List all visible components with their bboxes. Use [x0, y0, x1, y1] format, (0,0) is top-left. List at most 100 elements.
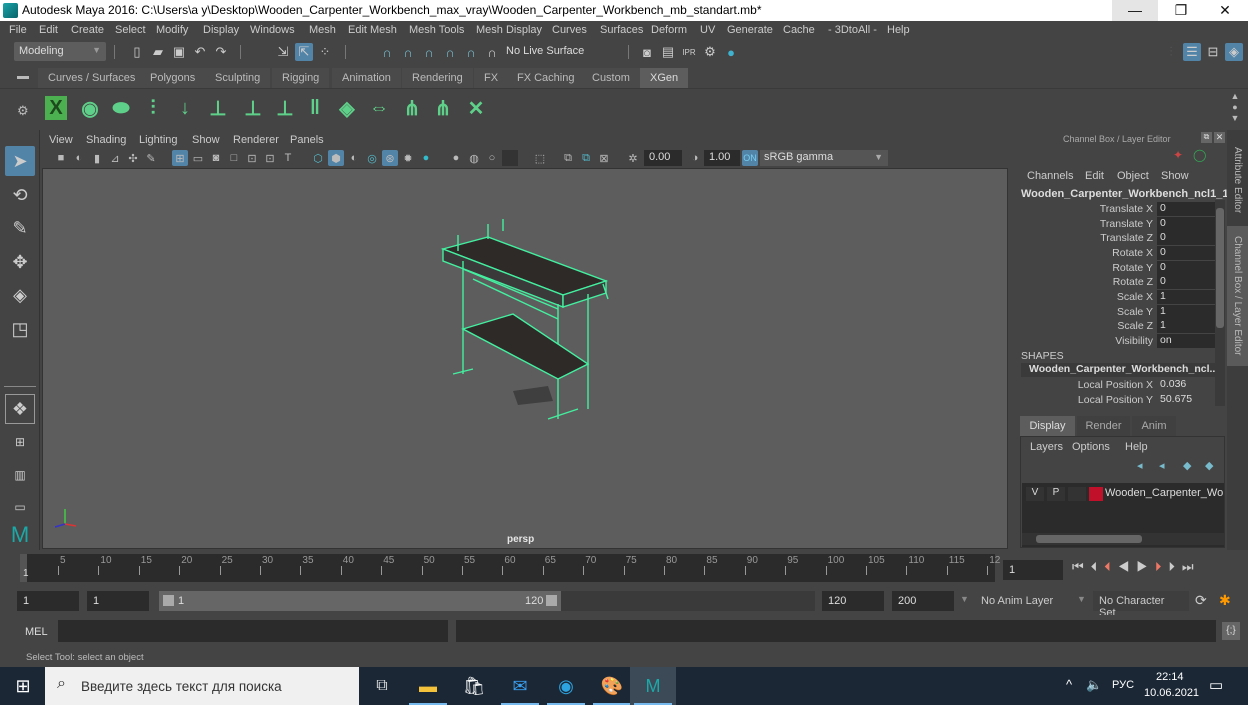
use-default-material-icon[interactable]: ◐	[346, 150, 362, 166]
menu-select[interactable]: Select	[115, 24, 146, 36]
go-to-end-icon[interactable]: ⏭	[1182, 559, 1201, 574]
clear-preview-icon[interactable]: ⬬	[108, 94, 134, 122]
layer-tab-display[interactable]: Display	[1020, 416, 1075, 436]
wireframe-icon[interactable]: ⬡	[310, 150, 326, 166]
character-set-field[interactable]: No Character Set	[1093, 591, 1189, 619]
range-end-grip[interactable]	[546, 595, 557, 606]
step-forward-key-icon[interactable]: ⏵	[1155, 559, 1169, 574]
panel-menu-view[interactable]: View	[49, 134, 73, 146]
outliner-layout-icon[interactable]: ▥	[5, 460, 35, 490]
menu-file[interactable]: File	[9, 24, 27, 36]
microsoft-store-icon[interactable]: 🛍	[451, 667, 497, 705]
channel-translate-z[interactable]: Translate Z0	[1015, 231, 1215, 246]
menu-modify[interactable]: Modify	[156, 24, 188, 36]
time-ruler[interactable]: 1 5 10 15 20 25 30 35 40 45 50 55 60 65 70 75 80 85 90 95 1…	[20, 554, 1000, 582]
guide-view-icon[interactable]: ⊥	[240, 94, 266, 122]
resolution-gate-icon[interactable]: ◙	[208, 150, 224, 166]
select-objects-icon[interactable]: ⇱	[295, 43, 313, 61]
single-perspective-layout-icon[interactable]: ❖	[5, 394, 35, 424]
menu-help[interactable]: Help	[887, 24, 910, 36]
bookmark-icon[interactable]: ▮	[89, 150, 105, 166]
menu-edit-mesh[interactable]: Edit Mesh	[348, 24, 397, 36]
move-tool-icon[interactable]: ✥	[5, 247, 35, 277]
layer-playback-toggle[interactable]: P	[1047, 487, 1065, 501]
layer-visibility-toggle[interactable]: V	[1026, 487, 1044, 501]
channel-local-position-x[interactable]: Local Position X 0.036	[1015, 378, 1215, 393]
3d-viewport[interactable]: persp	[42, 168, 1008, 549]
2d-pan-zoom-icon[interactable]: ✣	[125, 150, 141, 166]
animation-preferences-icon[interactable]: ✱	[1219, 592, 1231, 609]
create-description-icon[interactable]: ⊥	[205, 94, 231, 122]
move-layer-up-icon[interactable]: ◂	[1137, 459, 1143, 472]
mail-icon[interactable]: ✉	[497, 667, 543, 705]
taskbar-search-box[interactable]: ⌕ Введите здесь текст для поиска	[45, 667, 359, 705]
gamma-field[interactable]: 1.00	[704, 150, 740, 166]
play-backwards-icon[interactable]: ◀	[1118, 559, 1137, 574]
maximize-button[interactable]: ❐	[1158, 0, 1204, 21]
menu-display[interactable]: Display	[203, 24, 239, 36]
shelf-tab-xgen[interactable]: XGen	[640, 68, 689, 88]
snap-grid-icon[interactable]: ∩	[378, 43, 396, 61]
exposure-icon[interactable]: ✲	[625, 150, 641, 166]
grid-icon[interactable]: ⊞	[172, 150, 188, 166]
smooth-shade-icon[interactable]: ⬢	[328, 150, 344, 166]
undo-icon[interactable]: ↶	[191, 43, 209, 61]
render-frame-icon[interactable]: ▤	[659, 43, 677, 61]
menu-surfaces[interactable]: Surfaces	[600, 24, 643, 36]
channel-visibility[interactable]: Visibility on	[1015, 334, 1215, 349]
shelf-tab-custom[interactable]: Custom	[582, 68, 640, 88]
shelf-tab-fx-caching[interactable]: FX Caching	[507, 68, 585, 88]
render-view-icon[interactable]: ◙	[638, 43, 656, 61]
shelf-settings-icon[interactable]: ⚙	[17, 103, 29, 119]
film-gate-icon[interactable]: ▭	[190, 150, 206, 166]
chevron-down-icon[interactable]: ▼	[1077, 594, 1086, 604]
panel-menu-renderer[interactable]: Renderer	[233, 134, 279, 146]
channel-translate-x[interactable]: Translate X0	[1015, 202, 1215, 217]
shelf-tab-rigging[interactable]: Rigging	[272, 68, 330, 88]
shelf-scroll[interactable]: ▲ ● ▼	[1228, 91, 1242, 127]
motion-blur-icon[interactable]: ◍	[466, 150, 482, 166]
preview-eye-icon[interactable]: ◉	[77, 94, 103, 122]
current-frame-field[interactable]: 1	[1003, 560, 1063, 580]
make-live-icon[interactable]: ∩	[462, 43, 480, 61]
windows-start-icon[interactable]: ⊞	[0, 667, 46, 705]
channel-scale-x[interactable]: Scale X1	[1015, 290, 1215, 305]
sculpt-icon[interactable]: ⋔	[430, 94, 456, 122]
range-slider-handle[interactable]	[159, 591, 561, 611]
snap-surface-icon[interactable]: ∩	[483, 43, 501, 61]
bind-icon[interactable]: ⇔	[366, 94, 392, 122]
layer-menu-help[interactable]: Help	[1125, 441, 1148, 453]
layer-tab-anim[interactable]: Anim	[1132, 416, 1176, 436]
menu-edit[interactable]: Edit	[39, 24, 58, 36]
shelf-menu-icon[interactable]	[17, 76, 29, 79]
layer-color-swatch[interactable]	[1089, 487, 1103, 501]
close-button[interactable]: ✕	[1202, 0, 1248, 21]
scrollbar-thumb[interactable]	[1036, 535, 1142, 543]
gate-mask-icon[interactable]: □	[226, 150, 242, 166]
field-chart-icon[interactable]: ⊡	[244, 150, 260, 166]
shelf-tab-polygons[interactable]: Polygons	[140, 68, 206, 88]
menu-deform[interactable]: Deform	[651, 24, 687, 36]
task-view-icon[interactable]: ⧉	[359, 667, 405, 705]
object-name[interactable]: Wooden_Carpenter_Workbench_ncl1_1	[1021, 188, 1228, 200]
xray-icon[interactable]: ⧉	[560, 150, 576, 166]
playback-start-field[interactable]: 1	[87, 591, 149, 611]
shape-name[interactable]: Wooden_Carpenter_Workbench_ncl...	[1021, 363, 1215, 377]
float-panel-icon[interactable]: ⧉	[1201, 132, 1212, 143]
menu-3dtoall[interactable]: - 3DtoAll -	[828, 24, 877, 36]
panel-menu-panels[interactable]: Panels	[290, 134, 324, 146]
command-input[interactable]	[58, 620, 448, 642]
xray-joints-icon[interactable]: ⧉	[578, 150, 594, 166]
channel-menu-channels[interactable]: Channels	[1027, 170, 1073, 182]
range-slider-track[interactable]: 1 120	[159, 591, 815, 611]
add-primitives-icon[interactable]: ⫶	[140, 94, 166, 122]
import-icon[interactable]: ↓	[172, 94, 198, 122]
safe-action-icon[interactable]: ⊡	[262, 150, 278, 166]
modeling-toolkit-icon[interactable]: ⫶	[1162, 43, 1180, 61]
hypershade-icon[interactable]: ●	[722, 43, 740, 61]
rotate-tool-icon[interactable]: ◈	[5, 280, 35, 310]
new-empty-layer-icon[interactable]: ◆	[1183, 459, 1191, 472]
menu-generate[interactable]: Generate	[727, 24, 773, 36]
clock-date[interactable]: 10.06.2021	[1144, 687, 1199, 699]
move-layer-down-icon[interactable]: ◂	[1159, 459, 1165, 472]
